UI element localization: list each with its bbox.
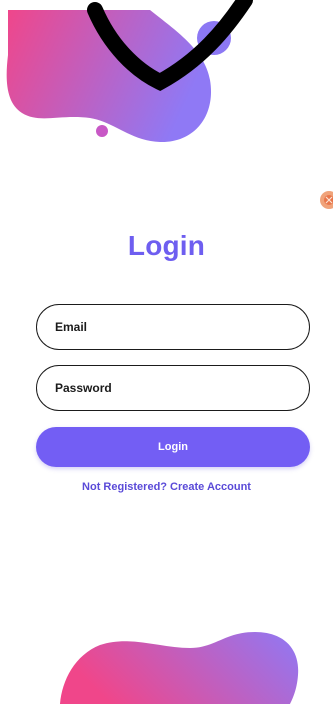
badge-icon	[320, 191, 333, 209]
password-field[interactable]	[36, 365, 310, 411]
top-blob-bubble-small	[96, 125, 108, 137]
bottom-blob-decoration	[60, 632, 299, 704]
top-blob-bubble-large	[197, 21, 231, 55]
bottom-blob-shape	[60, 632, 299, 704]
email-input[interactable]	[55, 305, 291, 349]
page-title: Login	[127, 230, 206, 261]
login-screen: Login Login Not Registered? Create Accou…	[0, 0, 333, 704]
top-blob-shape	[6, 10, 212, 143]
password-input[interactable]	[55, 366, 291, 410]
email-field[interactable]	[36, 304, 310, 350]
create-account-link[interactable]: Not Registered? Create Account	[0, 481, 333, 493]
login-button[interactable]: Login	[36, 427, 310, 467]
top-blob-decoration	[6, 10, 231, 143]
